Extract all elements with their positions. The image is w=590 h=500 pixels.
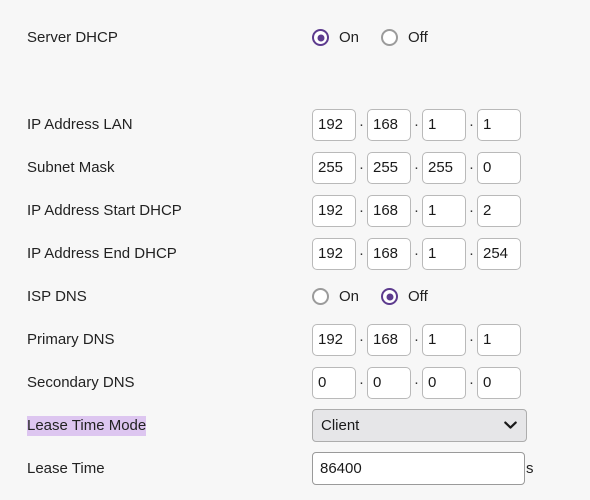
ip-octet-1-ip-address-end-dhcp[interactable] — [312, 238, 356, 270]
ip-input-group-primary-dns: . . . — [312, 321, 521, 359]
ip-separator: . — [466, 235, 477, 273]
ip-octet-1-secondary-dns[interactable] — [312, 367, 356, 399]
label-ip-address-end-dhcp: IP Address End DHCP — [27, 245, 312, 263]
ip-octet-2-primary-dns[interactable] — [367, 324, 411, 356]
ip-octet-4-primary-dns[interactable] — [477, 324, 521, 356]
radio-label-server-dhcp-on: On — [339, 29, 359, 46]
form-row-secondary-dns: Secondary DNS . . . — [0, 361, 590, 404]
ip-octet-4-ip-address-end-dhcp[interactable] — [477, 238, 521, 270]
radio-label-isp-dns-off: Off — [408, 288, 428, 305]
radio-label-server-dhcp-off: Off — [408, 29, 428, 46]
ip-separator: . — [411, 235, 422, 273]
ip-separator: . — [466, 106, 477, 144]
form-row-ip-address-end-dhcp: IP Address End DHCP . . . — [0, 232, 590, 275]
form-row-ip-address-start-dhcp: IP Address Start DHCP . . . — [0, 189, 590, 232]
form-row-server-dhcp: Server DHCP On Off — [0, 16, 590, 59]
ip-input-group-ip-address-start-dhcp: . . . — [312, 192, 521, 230]
radio-option-isp-dns-on[interactable]: On — [312, 288, 359, 305]
ip-octet-3-ip-address-start-dhcp[interactable] — [422, 195, 466, 227]
ip-separator: . — [356, 364, 367, 402]
label-text-highlighted: Lease Time Mode — [27, 416, 146, 436]
radio-option-server-dhcp-on[interactable]: On — [312, 29, 359, 46]
ip-separator: . — [411, 149, 422, 187]
radio-group-server-dhcp: On Off — [312, 29, 450, 46]
radio-button-server-dhcp-on[interactable] — [312, 29, 329, 46]
form-row-primary-dns: Primary DNS . . . — [0, 318, 590, 361]
ip-octet-3-ip-address-lan[interactable] — [422, 109, 466, 141]
ip-input-group-secondary-dns: . . . — [312, 364, 521, 402]
label-server-dhcp: Server DHCP — [27, 29, 312, 47]
ip-octet-2-ip-address-lan[interactable] — [367, 109, 411, 141]
radio-button-isp-dns-on[interactable] — [312, 288, 329, 305]
ip-input-group-ip-address-lan: . . . — [312, 106, 521, 144]
label-secondary-dns: Secondary DNS — [27, 374, 312, 392]
form-row-subnet-mask: Subnet Mask . . . — [0, 146, 590, 189]
ip-input-group-ip-address-end-dhcp: . . . — [312, 235, 521, 273]
ip-octet-1-ip-address-lan[interactable] — [312, 109, 356, 141]
ip-octet-1-ip-address-start-dhcp[interactable] — [312, 195, 356, 227]
radio-option-server-dhcp-off[interactable]: Off — [381, 29, 428, 46]
ip-octet-4-secondary-dns[interactable] — [477, 367, 521, 399]
label-ip-address-lan: IP Address LAN — [27, 116, 312, 134]
ip-separator: . — [356, 149, 367, 187]
ip-octet-4-ip-address-start-dhcp[interactable] — [477, 195, 521, 227]
ip-separator: . — [356, 106, 367, 144]
label-primary-dns: Primary DNS — [27, 331, 312, 349]
select-wrapper-lease-time-mode: Client — [312, 409, 527, 442]
ip-octet-2-secondary-dns[interactable] — [367, 367, 411, 399]
ip-octet-2-ip-address-end-dhcp[interactable] — [367, 238, 411, 270]
form-row-lease-time-mode: Lease Time Mode Client — [0, 404, 590, 447]
section-spacer — [0, 59, 590, 103]
ip-octet-2-ip-address-start-dhcp[interactable] — [367, 195, 411, 227]
radio-label-isp-dns-on: On — [339, 288, 359, 305]
lease-time-unit: s — [526, 460, 534, 477]
radio-group-isp-dns: On Off — [312, 288, 450, 305]
lease-time-input[interactable] — [312, 452, 525, 485]
ip-separator: . — [411, 106, 422, 144]
form-row-lease-time: Lease Time s — [0, 447, 590, 490]
ip-octet-3-ip-address-end-dhcp[interactable] — [422, 238, 466, 270]
ip-input-group-subnet-mask: . . . — [312, 149, 521, 187]
label-lease-time-mode: Lease Time Mode — [27, 417, 312, 435]
ip-separator: . — [466, 192, 477, 230]
ip-separator: . — [466, 149, 477, 187]
ip-octet-4-subnet-mask[interactable] — [477, 152, 521, 184]
ip-octet-4-ip-address-lan[interactable] — [477, 109, 521, 141]
label-isp-dns: ISP DNS — [27, 288, 312, 306]
form-row-isp-dns: ISP DNS On Off — [0, 275, 590, 318]
ip-separator: . — [466, 364, 477, 402]
ip-octet-3-secondary-dns[interactable] — [422, 367, 466, 399]
radio-button-isp-dns-off[interactable] — [381, 288, 398, 305]
radio-option-isp-dns-off[interactable]: Off — [381, 288, 428, 305]
ip-separator: . — [411, 321, 422, 359]
ip-separator: . — [411, 364, 422, 402]
ip-separator: . — [411, 192, 422, 230]
ip-octet-1-subnet-mask[interactable] — [312, 152, 356, 184]
ip-separator: . — [356, 321, 367, 359]
dhcp-settings-form: Server DHCP On Off IP Address LAN . . . — [0, 0, 590, 500]
ip-separator: . — [466, 321, 477, 359]
ip-octet-3-subnet-mask[interactable] — [422, 152, 466, 184]
select-lease-time-mode[interactable]: Client — [312, 409, 527, 442]
label-subnet-mask: Subnet Mask — [27, 159, 312, 177]
ip-separator: . — [356, 235, 367, 273]
form-row-ip-address-lan: IP Address LAN . . . — [0, 103, 590, 146]
label-ip-address-start-dhcp: IP Address Start DHCP — [27, 202, 312, 220]
radio-button-server-dhcp-off[interactable] — [381, 29, 398, 46]
label-lease-time: Lease Time — [27, 460, 312, 478]
ip-separator: . — [356, 192, 367, 230]
ip-octet-2-subnet-mask[interactable] — [367, 152, 411, 184]
ip-octet-3-primary-dns[interactable] — [422, 324, 466, 356]
ip-octet-1-primary-dns[interactable] — [312, 324, 356, 356]
select-container-lease-time-mode: Client — [312, 409, 527, 442]
text-input-container-lease-time: s — [312, 452, 534, 485]
